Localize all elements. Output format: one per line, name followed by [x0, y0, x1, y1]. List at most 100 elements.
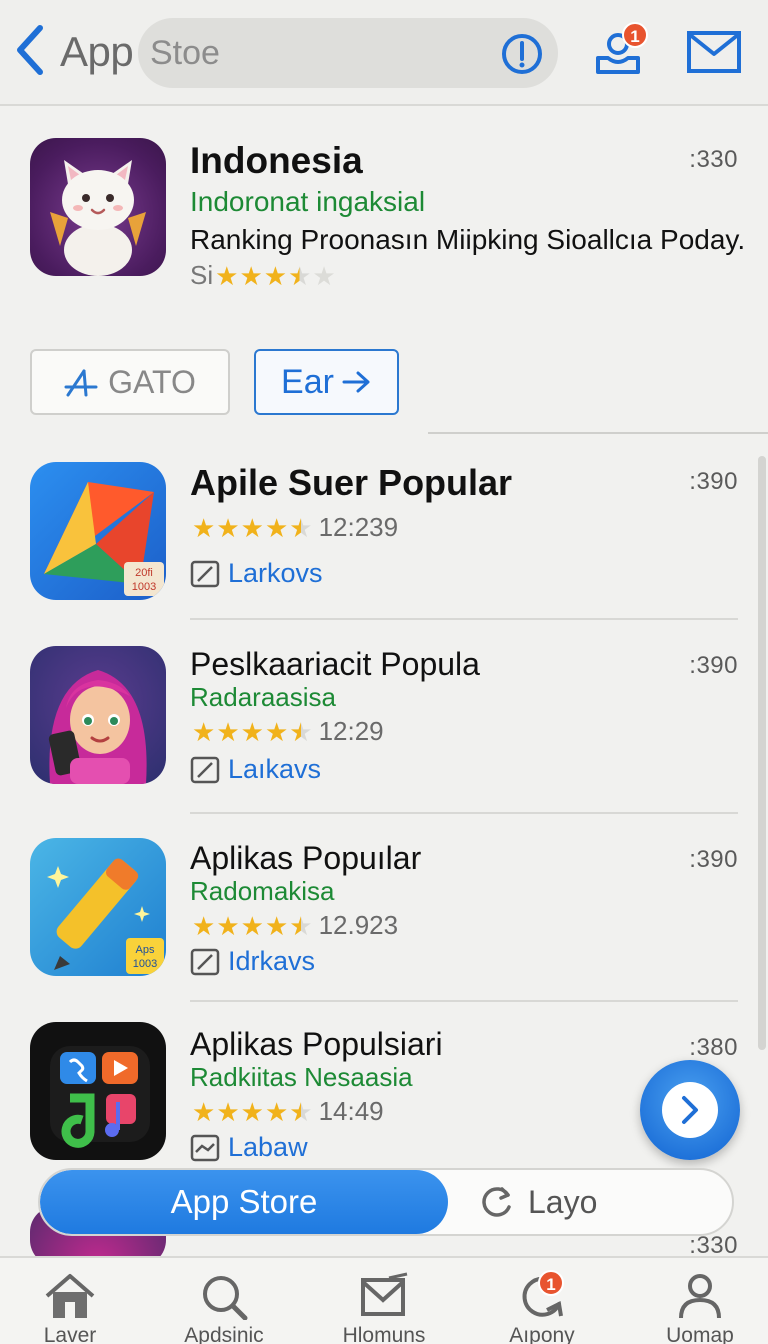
rating-prefix: Si	[190, 260, 214, 290]
star-rating: ★ ★ ★ ★ ★	[192, 913, 313, 939]
section-divider	[428, 432, 768, 434]
app-title[interactable]: Peslkaariacit Popula	[190, 646, 480, 683]
star-icon: ★	[264, 512, 289, 543]
app-title[interactable]: Aplikas Populsiari	[190, 1026, 443, 1063]
star-icon: ★	[216, 716, 240, 747]
star-icon: ★	[264, 910, 289, 941]
featured-meta: :330	[689, 146, 738, 173]
next-fab-button[interactable]	[640, 1060, 740, 1160]
app-link-label: Labaw	[228, 1132, 308, 1162]
app-rating: ★ ★ ★ ★ ★ 14:49	[190, 1096, 384, 1127]
ear-button[interactable]: Ear	[254, 349, 399, 415]
tab-label: Apdsinic	[184, 1324, 264, 1344]
app-link[interactable]: Laıkavs	[190, 754, 321, 785]
row-divider	[190, 1000, 738, 1002]
chevron-left-icon	[17, 25, 43, 75]
app-icon[interactable]	[30, 1022, 166, 1160]
mail-button[interactable]	[686, 30, 742, 74]
star-icon: ★	[289, 1096, 313, 1127]
arrow-right-icon	[342, 371, 370, 393]
trend-box-icon	[190, 1134, 220, 1161]
star-icon: ★	[240, 910, 264, 941]
app-meta: :390	[689, 846, 738, 873]
rating-count: 12:239	[318, 512, 399, 542]
segment-layo-label: Layo	[528, 1183, 598, 1220]
star-rating: ★ ★ ★ ★ ★	[192, 515, 313, 541]
tab-label: Aıpony	[509, 1324, 575, 1344]
home-icon	[45, 1274, 95, 1318]
tab-aipony[interactable]: 1 Aıpony	[482, 1270, 602, 1344]
refresh-icon	[482, 1187, 511, 1217]
icon-badge-line2: 1003	[132, 581, 156, 593]
featured-app-subtitle: Indoronat ingaksial	[190, 186, 426, 217]
app-title: App	[60, 28, 134, 75]
bottom-tab-bar: Laver Apdsinic Hlomuns 1 Aıpony Uomap	[0, 1256, 768, 1344]
star-icon: ★	[216, 910, 240, 941]
star-icon: ★	[263, 260, 288, 291]
app-rating: ★ ★ ★ ★ ★ 12:29	[190, 716, 384, 747]
star-icon: ★	[239, 260, 263, 291]
edit-box-icon	[190, 756, 220, 783]
star-icon: ★	[289, 512, 313, 543]
person-icon	[679, 1274, 721, 1319]
star-icon: ★	[192, 716, 216, 747]
star-icon: ★	[289, 910, 313, 941]
icon-badge-line2: 1003	[133, 958, 157, 970]
app-subtitle: Radkiitas Nesaasia	[190, 1062, 413, 1092]
app-icon[interactable]	[30, 646, 166, 784]
search-bar[interactable]: Stoe	[138, 18, 558, 88]
app-rating: ★ ★ ★ ★ ★ 12.923	[190, 910, 398, 941]
ear-label: Ear	[281, 362, 334, 401]
featured-app-icon[interactable]	[30, 138, 166, 276]
app-subtitle: Radomakisa	[190, 876, 335, 906]
inbox-icon	[361, 1272, 408, 1316]
notification-badge: 1	[622, 22, 648, 48]
rating-count: 12.923	[318, 910, 399, 940]
fab-inner	[662, 1082, 718, 1138]
chevron-right-icon	[682, 1096, 698, 1124]
star-icon: ★	[312, 260, 336, 291]
edit-box-icon	[190, 948, 220, 975]
cat-mascot-icon	[50, 160, 146, 276]
star-icon: ★	[240, 716, 264, 747]
app-title[interactable]: Apile Suer Popular	[190, 462, 512, 504]
star-icon: ★	[216, 512, 240, 543]
back-button[interactable]	[12, 22, 52, 82]
info-button[interactable]	[500, 32, 544, 76]
star-icon: ★	[192, 910, 216, 941]
app-icon[interactable]: Aps 1003	[30, 838, 166, 976]
app-link-label: Larkovs	[228, 558, 323, 588]
tab-laver[interactable]: Laver	[10, 1272, 130, 1344]
top-bar: Stoe App 1	[0, 0, 768, 106]
featured-app-title[interactable]: Indonesia	[190, 140, 363, 182]
star-rating: ★ ★ ★ ★ ★	[192, 719, 313, 745]
account-button[interactable]: 1	[594, 22, 648, 76]
app-title[interactable]: Aplikas Popuılar	[190, 840, 421, 877]
tab-hlomuns[interactable]: Hlomuns	[324, 1272, 444, 1344]
mail-icon	[687, 31, 741, 73]
notification-badge: 1	[538, 1270, 564, 1296]
gato-label: GATO	[108, 363, 196, 400]
gato-button[interactable]: GATO	[30, 349, 230, 415]
app-link[interactable]: Idrkavs	[190, 946, 315, 977]
app-icon[interactable]: 20fi 1003	[30, 462, 166, 600]
segment-app-store[interactable]: App Store	[40, 1170, 448, 1234]
tab-label: Uomap	[666, 1324, 734, 1344]
star-icon: ★	[289, 716, 313, 747]
tab-label: Hlomuns	[342, 1324, 426, 1344]
app-link[interactable]: Larkovs	[190, 558, 323, 589]
edit-box-icon	[190, 560, 220, 587]
tab-apdsinic[interactable]: Apdsinic	[164, 1272, 284, 1344]
app-link-label: Idrkavs	[228, 946, 316, 976]
segment-layo[interactable]: Layo	[480, 1170, 597, 1234]
tab-uomap[interactable]: Uomap	[640, 1272, 760, 1344]
icon-badge-line1: 20fi	[135, 567, 153, 579]
search-icon	[203, 1276, 248, 1320]
star-rating: ★ ★ ★ ★ ★	[215, 263, 336, 289]
scrollbar[interactable]	[758, 456, 766, 1050]
segmented-control: App Store Layo	[38, 1168, 734, 1236]
star-icon: ★	[215, 260, 239, 291]
app-meta: :390	[689, 652, 738, 679]
app-link[interactable]: Labaw	[190, 1132, 308, 1163]
star-rating: ★ ★ ★ ★ ★	[192, 1099, 313, 1125]
